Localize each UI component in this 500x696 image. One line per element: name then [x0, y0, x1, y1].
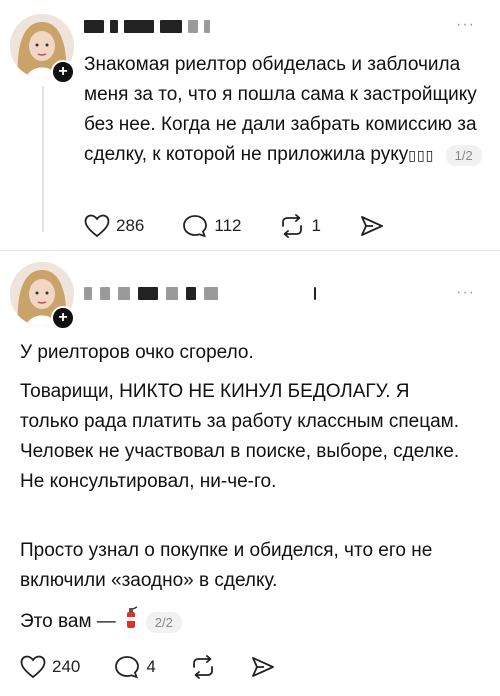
likes-count: 286 — [116, 216, 145, 235]
follow-plus-button[interactable]: + — [51, 60, 75, 84]
more-options-icon[interactable]: ··· — [456, 284, 475, 302]
page-indicator: 1/2 — [445, 145, 482, 166]
username-redacted[interactable] — [84, 20, 210, 33]
emoji-placeholder: ▯▯▯ — [408, 147, 435, 163]
repost-button[interactable] — [190, 655, 216, 679]
post-text: Знакомая риелтор обиделась и заблочила м… — [84, 50, 484, 170]
share-icon — [359, 214, 385, 238]
post-actions: 286 112 1 — [84, 214, 385, 238]
post-paragraph: У риелторов очко сгорело. — [20, 342, 254, 363]
comment-icon — [114, 655, 140, 679]
post-actions: 240 4 — [20, 655, 276, 679]
like-button[interactable]: 240 — [20, 655, 80, 679]
divider — [0, 250, 500, 251]
share-icon — [250, 655, 276, 679]
like-button[interactable]: 286 — [84, 214, 144, 238]
reposts-count: 1 — [311, 216, 321, 235]
more-options-icon[interactable]: ··· — [456, 16, 475, 34]
page-indicator: 2/2 — [145, 611, 182, 633]
post-paragraph: Товарищи, НИКТО НЕ КИНУЛ БЕДОЛАГУ. Я тол… — [20, 381, 460, 492]
post-paragraph: Просто узнал о покупке и обиделся, что е… — [20, 540, 433, 591]
repost-icon — [190, 655, 216, 679]
heart-icon — [20, 655, 46, 679]
share-button[interactable] — [250, 655, 276, 679]
thread-line — [42, 86, 44, 232]
comment-button[interactable]: 112 — [182, 214, 241, 238]
repost-icon — [279, 214, 305, 238]
post-last-line: Это вам — 2/2 — [20, 605, 182, 639]
fire-extinguisher-icon — [124, 605, 138, 639]
follow-plus-button[interactable]: + — [51, 306, 75, 330]
heart-icon — [84, 214, 110, 238]
comment-button[interactable]: 4 — [114, 655, 156, 679]
comments-count: 4 — [146, 657, 156, 676]
share-button[interactable] — [359, 214, 385, 238]
comment-icon — [182, 214, 208, 238]
repost-button[interactable]: 1 — [279, 214, 321, 238]
likes-count: 240 — [52, 657, 81, 676]
username-redacted[interactable] — [84, 287, 316, 300]
comments-count: 112 — [214, 216, 242, 235]
last-line-text: Это вам — — [20, 611, 116, 632]
